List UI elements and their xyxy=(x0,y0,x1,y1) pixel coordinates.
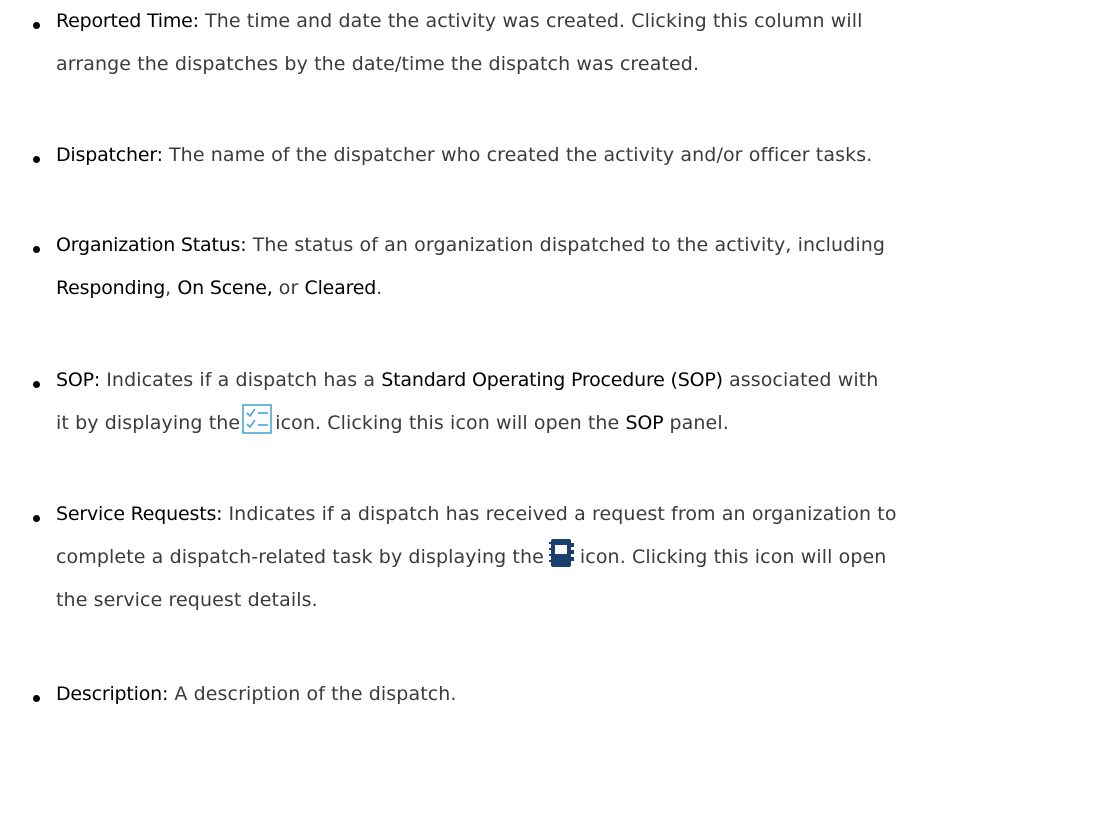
item-line: Dispatcher: The name of the dispatcher w… xyxy=(56,134,1086,177)
item-description: the service request details. xyxy=(56,589,318,611)
term-label: Dispatcher: xyxy=(56,144,163,166)
item-description: icon. Clicking this icon will open the xyxy=(275,412,626,434)
separator-text: or xyxy=(272,277,305,299)
term-label: SOP: xyxy=(56,369,101,391)
item-description: The time and date the activity was creat… xyxy=(198,10,863,32)
item-description: complete a dispatch-related task by disp… xyxy=(56,546,544,568)
term-sop: SOP xyxy=(625,412,664,434)
term-sop-full: Standard Operating Procedure (SOP) xyxy=(381,369,723,391)
item-line: Responding, On Scene, or Cleared. xyxy=(56,267,1086,310)
bullet-icon xyxy=(33,695,40,702)
item-description: The status of an organization dispatched… xyxy=(246,234,886,256)
bullet-icon xyxy=(33,515,40,522)
bullet-icon xyxy=(33,381,40,388)
sop-checklist-icon xyxy=(242,403,272,434)
service-request-notebook-icon xyxy=(548,538,576,568)
separator-text: . xyxy=(376,277,383,299)
item-line: the service request details. xyxy=(56,579,1086,622)
item-line: Reported Time: The time and date the act… xyxy=(56,0,1086,43)
separator-text: , xyxy=(165,277,178,299)
item-description: The name of the dispatcher who created t… xyxy=(162,144,873,166)
status-on-scene: On Scene, xyxy=(177,277,273,299)
term-label: Service Requests: xyxy=(56,503,223,525)
item-description: A description of the dispatch. xyxy=(168,683,457,705)
item-line: SOP: Indicates if a dispatch has a Stand… xyxy=(56,359,1086,402)
item-line: Description: A description of the dispat… xyxy=(56,673,1086,716)
item-description: arrange the dispatches by the date/time … xyxy=(56,53,700,75)
bullet-icon xyxy=(33,22,40,29)
item-line: Service Requests: Indicates if a dispatc… xyxy=(56,493,1086,536)
status-responding: Responding xyxy=(56,277,166,299)
term-label: Organization Status: xyxy=(56,234,247,256)
term-label: Description: xyxy=(56,683,169,705)
item-description: panel. xyxy=(663,412,729,434)
bullet-icon xyxy=(33,156,40,163)
item-line: it by displaying the icon. Clicking this … xyxy=(56,402,1086,445)
bullet-icon xyxy=(33,246,40,253)
item-description: Indicates if a dispatch has a xyxy=(100,369,382,391)
item-description: Indicates if a dispatch has received a r… xyxy=(222,503,897,525)
item-description: icon. Clicking this icon will open xyxy=(579,546,887,568)
item-description: associated with xyxy=(722,369,879,391)
item-line: complete a dispatch-related task by disp… xyxy=(56,536,1086,579)
term-label: Reported Time: xyxy=(56,10,199,32)
status-cleared: Cleared xyxy=(304,277,377,299)
item-description: it by displaying the xyxy=(56,412,241,434)
item-line: Organization Status: The status of an or… xyxy=(56,224,1086,267)
item-line: arrange the dispatches by the date/time … xyxy=(56,43,1086,86)
